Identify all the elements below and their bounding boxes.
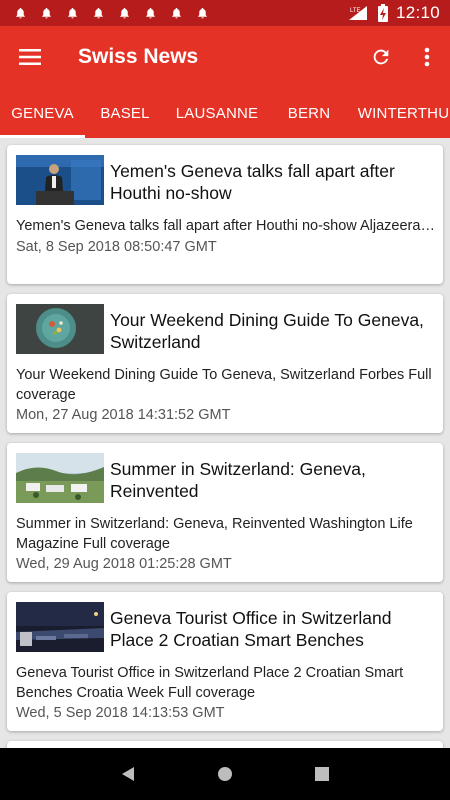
news-card[interactable]: Your Weekend Dining Guide To Geneva, Swi… [7, 294, 443, 433]
app-title: Swiss News [78, 45, 199, 68]
news-card[interactable]: Summer in Switzerland: Geneva, Reinvente… [7, 443, 443, 582]
article-description: Your Weekend Dining Guide To Geneva, Swi… [16, 367, 432, 403]
system-status: LTE 12:10 [348, 3, 440, 23]
article-title: Yemen's Geneva talks fall apart after Ho… [110, 161, 395, 203]
bell-icon [16, 7, 25, 19]
article-description: Summer in Switzerland: Geneva, Reinvente… [16, 516, 413, 552]
recents-button[interactable] [302, 754, 342, 794]
bell-icon [146, 7, 155, 19]
app-actions [358, 26, 450, 88]
notification-icons [14, 6, 209, 20]
signal-icon: LTE [348, 6, 367, 20]
hamburger-menu-icon [19, 49, 41, 65]
tab-bern[interactable]: BERN [269, 88, 349, 138]
bell-icon [172, 7, 181, 19]
article-thumbnail [16, 602, 104, 652]
tab-winterthur[interactable]: WINTERTHUR [349, 88, 450, 138]
article-description: Geneva Tourist Office in Switzerland Pla… [16, 665, 404, 701]
refresh-button[interactable] [358, 26, 404, 88]
article-date: Wed, 5 Sep 2018 14:13:53 GMT [16, 705, 225, 721]
battery-charging-icon [377, 4, 388, 22]
article-date: Mon, 27 Aug 2018 14:31:52 GMT [16, 407, 231, 423]
article-title: Summer in Switzerland: Geneva, Reinvente… [110, 459, 366, 501]
status-clock: 12:10 [395, 3, 440, 22]
news-card[interactable]: Geneva Tourist Office in Switzerland Pla… [7, 592, 443, 731]
overflow-menu-button[interactable] [404, 26, 450, 88]
article-title: Your Weekend Dining Guide To Geneva, Swi… [110, 310, 424, 352]
bell-icon [42, 7, 51, 19]
status-bar: LTE 12:10 [0, 0, 450, 26]
article-thumbnail [16, 453, 104, 503]
home-circle-icon [217, 767, 232, 781]
refresh-icon [373, 49, 389, 65]
city-tabs: GENEVA BASEL LAUSANNE BERN WINTERTHUR [0, 88, 450, 138]
article-thumbnail [16, 155, 104, 205]
news-card-partial[interactable] [7, 741, 443, 748]
app-bar: Swiss News [0, 26, 450, 88]
article-date: Sat, 8 Sep 2018 08:50:47 GMT [16, 238, 217, 255]
recents-square-icon [314, 767, 329, 781]
article-thumbnail [16, 304, 104, 354]
bell-icon [68, 7, 77, 19]
more-vert-icon [424, 47, 430, 67]
tab-lausanne[interactable]: LAUSANNE [165, 88, 269, 138]
menu-button[interactable] [0, 26, 60, 88]
bell-icon [94, 7, 103, 19]
network-label: LTE [350, 8, 361, 14]
news-feed[interactable]: Yemen's Geneva talks fall apart after Ho… [0, 138, 450, 748]
bell-icon [198, 7, 207, 19]
article-title: Geneva Tourist Office in Switzerland Pla… [110, 608, 392, 650]
article-description: Yemen's Geneva talks fall apart after Ho… [16, 218, 435, 234]
news-card[interactable]: Yemen's Geneva talks fall apart after Ho… [7, 145, 443, 284]
bell-icon [120, 7, 129, 19]
back-button[interactable] [108, 754, 148, 794]
back-triangle-icon [122, 767, 135, 781]
system-nav-bar [0, 748, 450, 800]
article-date: Wed, 29 Aug 2018 01:25:28 GMT [16, 556, 232, 572]
tab-basel[interactable]: BASEL [85, 88, 165, 138]
tab-geneva[interactable]: GENEVA [0, 88, 85, 138]
home-button[interactable] [205, 754, 245, 794]
